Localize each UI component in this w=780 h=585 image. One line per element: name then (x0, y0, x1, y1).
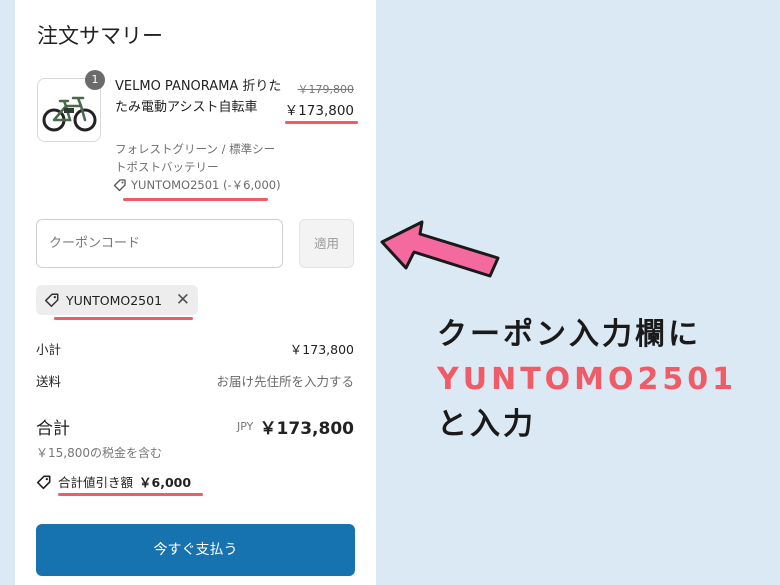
order-summary-title: 注文サマリー (37, 24, 163, 48)
savings-label: 合計値引き額 (58, 475, 134, 490)
annotation-line-1: クーポン入力欄に (437, 317, 701, 352)
instruction-annotation: クーポン入力欄に YUNTOMO2501 と入力 (437, 312, 737, 447)
coupon-code-input[interactable]: クーポンコード (36, 219, 283, 268)
item-discount-text: YUNTOMO2501 (-￥6,000) (131, 178, 281, 192)
tag-icon (36, 474, 51, 489)
discounted-price: ￥173,800 (284, 103, 354, 119)
total-value: ￥173,800 (259, 419, 354, 439)
shipping-value: お届け先住所を入力する (216, 374, 354, 389)
tag-icon (44, 293, 59, 308)
total-label: 合計 (36, 419, 70, 439)
total-savings: 合計値引き額 ￥6,000 (36, 472, 191, 491)
annotation-line-3: と入力 (437, 407, 536, 442)
quantity-badge: 1 (85, 70, 105, 90)
applied-coupon-code: YUNTOMO2501 (66, 292, 163, 308)
order-summary-panel: 注文サマリー 1 VELMO PANORAMA 折りたたみ電動アシスト自転車 フ… (15, 0, 376, 585)
pay-now-button[interactable]: 今すぐ支払う (36, 524, 355, 576)
product-name: VELMO PANORAMA 折りたたみ電動アシスト自転車 (115, 79, 282, 115)
highlight-underline (58, 493, 203, 496)
arrow-left-icon (380, 220, 500, 278)
tag-icon (113, 179, 126, 192)
subtotal-value: ￥173,800 (289, 342, 354, 357)
total-currency: JPY (237, 420, 254, 433)
shipping-label: 送料 (36, 374, 62, 389)
applied-coupon-chip: YUNTOMO2501 ✕ (36, 285, 198, 315)
tax-note: ￥15,800の税金を含む (36, 446, 162, 460)
product-variant: フォレストグリーン / 標準シートポストバッテリー (115, 142, 276, 174)
remove-coupon-close-icon[interactable]: ✕ (176, 290, 190, 310)
highlight-underline (54, 317, 193, 320)
original-price: ￥179,800 (297, 83, 355, 96)
savings-value: ￥6,000 (139, 475, 192, 490)
item-discount: YUNTOMO2501 (-￥6,000) (113, 177, 281, 193)
highlight-underline (285, 121, 358, 124)
subtotal-label: 小計 (36, 342, 62, 357)
highlight-underline (123, 198, 268, 201)
apply-coupon-button[interactable]: 適用 (299, 219, 354, 268)
annotation-coupon-code: YUNTOMO2501 (437, 362, 738, 397)
